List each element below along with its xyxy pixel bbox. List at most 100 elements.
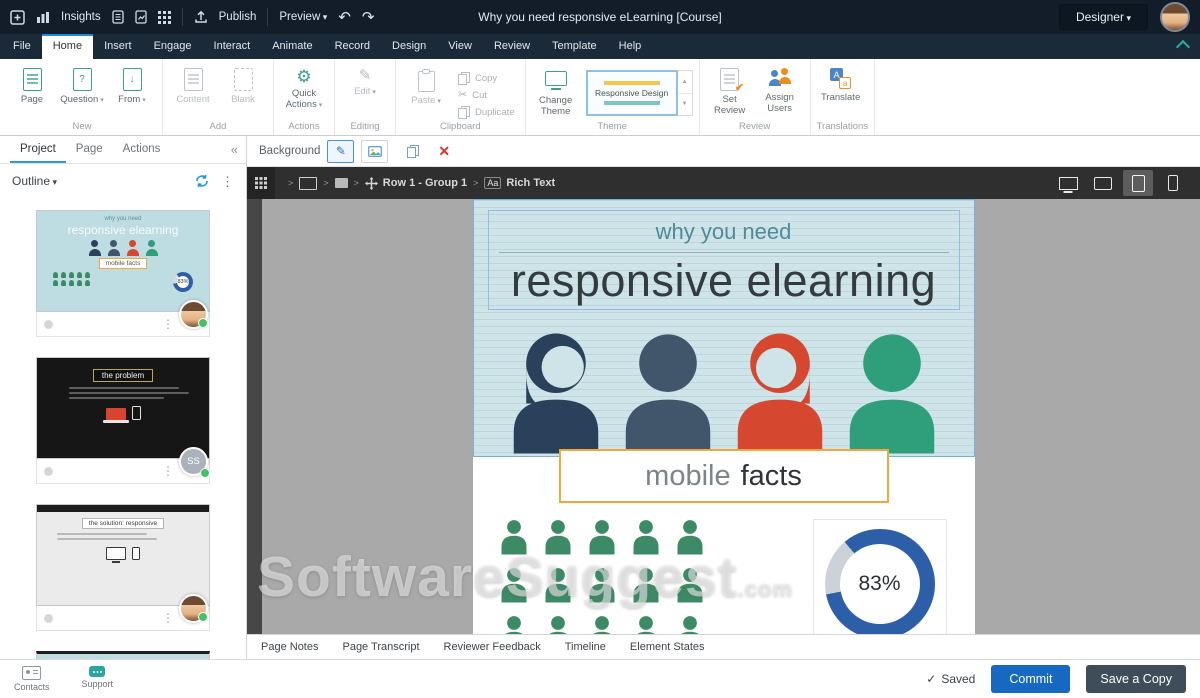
page-thumbnail-3[interactable]: the solution: responsive ⋮ [36,504,210,631]
ribbon-group-translations: Translate Translations [811,59,875,135]
outline-menu-icon[interactable]: ⋮ [221,175,234,188]
slide[interactable]: why you need responsive elearning [473,199,975,634]
redo-icon[interactable]: ↷ [362,10,375,25]
tab-record[interactable]: Record [324,34,381,59]
theme-monitor-icon [545,71,567,86]
insights-label[interactable]: Insights [61,11,101,23]
theme-swatch-responsive-design[interactable]: Responsive Design [586,70,678,116]
publish-label[interactable]: Publish [219,11,257,23]
slide-kicker-text[interactable]: why you need [489,219,959,245]
device-tablet-portrait-button[interactable] [1123,170,1153,196]
sidebar-tab-page[interactable]: Page [66,136,113,163]
preview-button[interactable]: Preview [279,11,327,23]
refresh-icon[interactable] [195,174,209,188]
donut-chart-container[interactable]: 83% [813,519,947,634]
undo-icon[interactable]: ↶ [338,10,351,25]
online-dot [198,612,208,622]
copy-button[interactable]: Copy [458,72,515,85]
person-icon [587,519,617,555]
designer-role-button[interactable]: Designer [1059,4,1148,30]
publish-icon[interactable] [194,10,208,24]
thumbnail-device-icons [37,547,209,560]
breadcrumb-row-group-item[interactable]: Row 1 - Group 1 [365,177,467,190]
theme-gallery[interactable]: Responsive Design ▲ ▼ [586,70,693,116]
slide-title-text[interactable]: responsive elearning [489,255,959,307]
duplicate-button[interactable]: Duplicate [458,106,515,119]
tab-template[interactable]: Template [541,34,608,59]
sidebar-tab-actions[interactable]: Actions [113,136,171,163]
donut-chart: 83% [825,529,935,634]
device-phone-button[interactable] [1158,170,1188,196]
quick-actions-button[interactable]: ⚙ Quick Actions [280,63,328,111]
person-icon [543,519,573,555]
contacts-icon [22,666,41,680]
tab-reviewer-feedback[interactable]: Reviewer Feedback [444,641,541,653]
tab-help[interactable]: Help [608,34,653,59]
collapse-ribbon-icon[interactable] [1176,39,1190,53]
user-avatar[interactable] [1160,2,1190,32]
audience-icon-grid[interactable] [499,519,709,634]
outline-dropdown[interactable]: Outline [12,174,57,188]
save-a-copy-button[interactable]: Save a Copy [1086,665,1186,693]
commit-button[interactable]: Commit [991,665,1070,693]
tab-animate[interactable]: Animate [261,34,323,59]
blank-button[interactable]: Blank [219,63,267,106]
mobile-facts-heading[interactable]: mobile facts [559,449,889,503]
edit-button[interactable]: ✎ Edit [341,63,389,98]
page-thumbnail-2[interactable]: the problem ⋮ SS [36,357,210,484]
people-illustration[interactable] [474,328,974,456]
tab-element-states[interactable]: Element States [630,641,705,653]
tab-home[interactable]: Home [42,34,93,59]
collapse-sidebar-icon[interactable]: « [231,142,238,157]
tab-file[interactable]: File [2,34,42,59]
breadcrumb-page-item[interactable] [299,177,317,190]
slide-banner[interactable]: why you need responsive elearning [473,199,975,457]
tab-view[interactable]: View [437,34,483,59]
person-icon [631,567,661,603]
device-desktop-button[interactable] [1053,170,1083,196]
report-doc-icon[interactable] [112,10,124,24]
tab-insert[interactable]: Insert [93,34,143,59]
page-status-dot [44,467,53,476]
analytics-doc-icon[interactable] [135,10,147,24]
insights-chart-icon[interactable] [36,11,50,24]
tab-timeline[interactable]: Timeline [565,641,606,653]
tab-page-transcript[interactable]: Page Transcript [342,641,419,653]
content-button[interactable]: Content [169,63,217,106]
layout-grid-icon[interactable] [247,167,275,199]
tab-review[interactable]: Review [483,34,541,59]
set-review-button[interactable]: ✔ Set Review [706,63,754,117]
background-image-button[interactable] [361,140,388,163]
theme-scroll-down-icon[interactable]: ▼ [678,94,692,116]
page-button[interactable]: Page [8,63,56,106]
new-item-icon[interactable] [10,10,25,25]
tab-page-notes[interactable]: Page Notes [261,641,318,653]
from-button[interactable]: ↓ From [108,63,156,106]
cut-button[interactable]: ✂ Cut [458,90,515,101]
tab-design[interactable]: Design [381,34,437,59]
breadcrumb-rich-text-item[interactable]: Aa Rich Text [484,177,555,189]
device-tablet-landscape-button[interactable] [1088,170,1118,196]
change-theme-button[interactable]: Change Theme [532,63,580,118]
slide-title-block[interactable]: why you need responsive elearning [488,210,960,310]
breadcrumb-section-item[interactable] [335,178,348,188]
app-grid-icon[interactable] [158,11,171,24]
paste-button[interactable]: Paste [402,63,450,107]
duplicate-background-icon[interactable] [407,145,419,158]
canvas-left-rail [247,199,262,634]
question-button[interactable]: ? Question [58,63,106,106]
support-button[interactable]: Support [82,666,114,692]
theme-scroll-up-icon[interactable]: ▲ [678,71,692,94]
edit-background-button[interactable]: ✎ [327,140,354,163]
contacts-button[interactable]: Contacts [14,666,50,692]
page-thumbnail-1[interactable]: why you need responsive elearning mobile… [36,210,210,337]
sidebar-tab-project[interactable]: Project [10,136,66,163]
remove-background-icon[interactable]: ✕ [438,144,450,158]
assignee-avatar [179,300,208,329]
translate-button[interactable]: Translate [817,63,865,104]
page-thumbnail-4[interactable] [36,651,210,659]
tab-interact[interactable]: Interact [203,34,262,59]
assign-users-button[interactable]: Assign Users [756,63,804,115]
tab-engage[interactable]: Engage [143,34,203,59]
thumbnail-donut: 83% [173,272,193,292]
